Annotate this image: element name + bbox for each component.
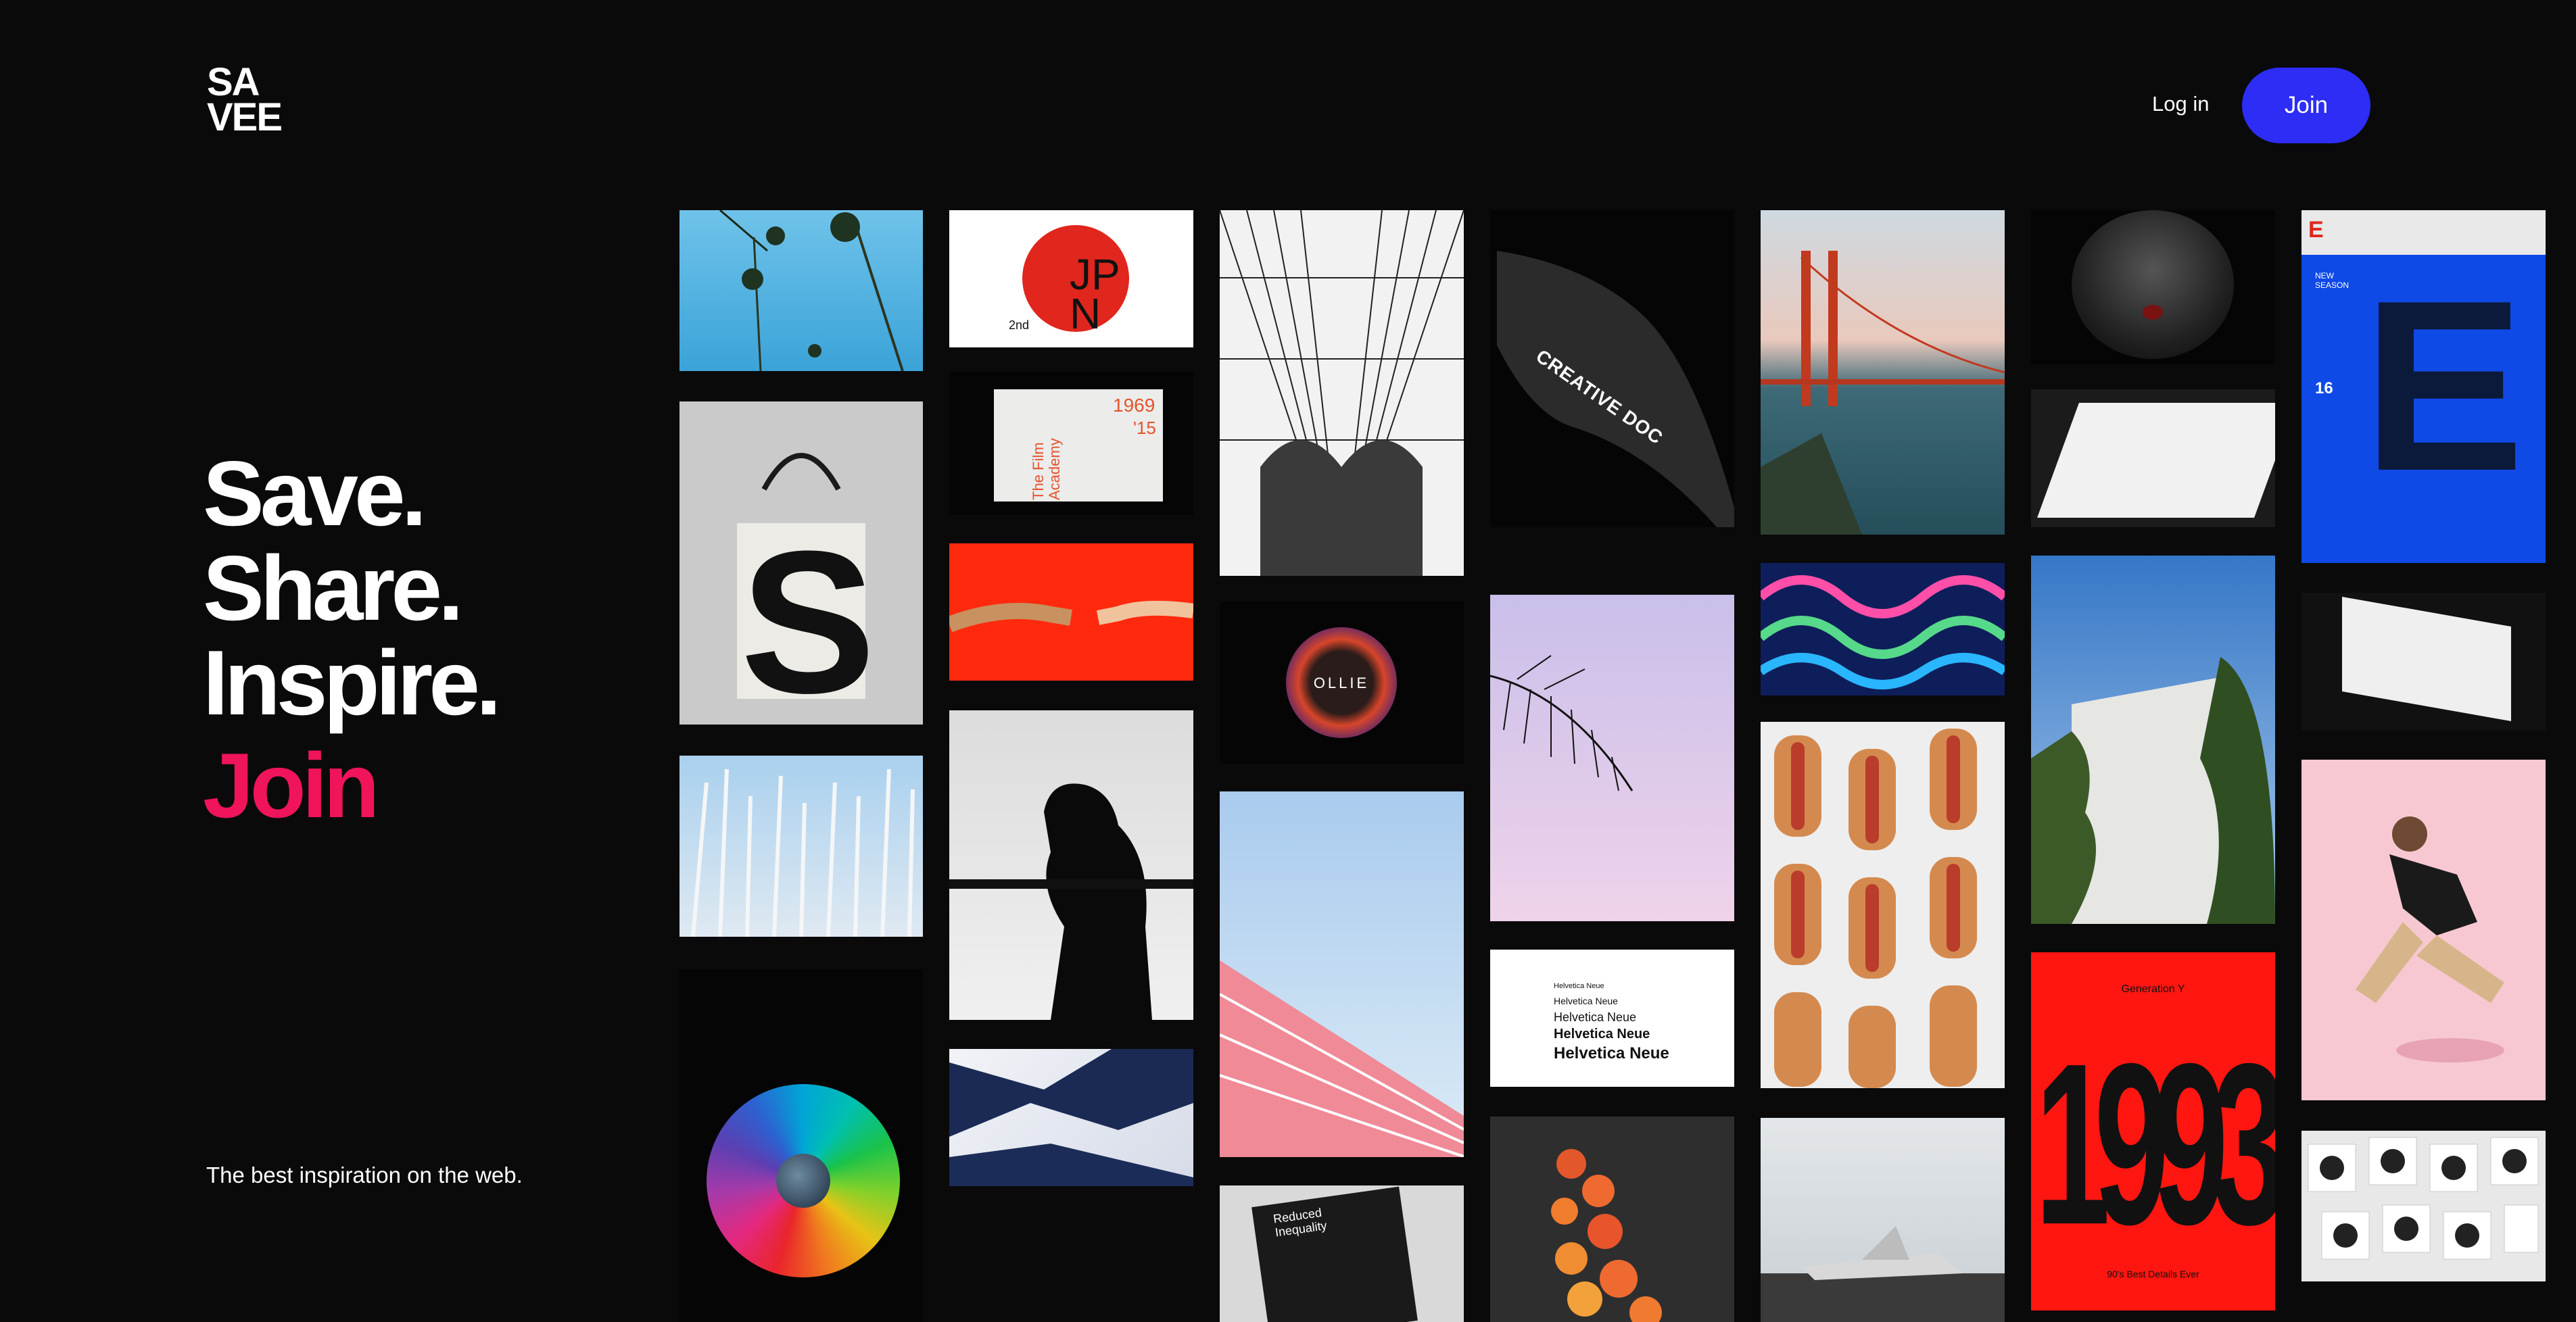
silhouette-band: [949, 879, 1193, 889]
helvetica-line-1: Helvetica Neue: [1554, 982, 1604, 990]
join-button[interactable]: Join: [2242, 68, 2370, 143]
lamp-posts-drawing: [691, 768, 915, 937]
film-year-text: 1969: [1113, 395, 1155, 416]
hero-line-save: Save.: [203, 442, 427, 545]
hero-heading: Save. Share. Inspire. Join: [203, 442, 502, 833]
pink-building-drawing: [1220, 960, 1464, 1157]
image-ollie-badge[interactable]: OLLIE: [1220, 602, 1464, 764]
silhouette-figure: [1044, 783, 1152, 1020]
tote-bag-drawing: S: [737, 453, 876, 725]
e-mag-header: [2301, 210, 2546, 255]
image-adidas-magazine[interactable]: [2301, 593, 2546, 731]
image-hot-dogs[interactable]: [1761, 722, 2005, 1088]
helvetica-line-3: Helvetica Neue: [1554, 1010, 1637, 1024]
image-palm-leaf[interactable]: [1490, 595, 1734, 921]
image-color-wheel[interactable]: [679, 969, 923, 1322]
image-open-magazine[interactable]: [2031, 389, 2275, 527]
letter-cards-drawing: [2308, 1137, 2539, 1260]
image-plane-wreck[interactable]: [1761, 1118, 2005, 1322]
image-bridge-cables[interactable]: [1220, 210, 1464, 576]
film-academy-text: The Film Academy: [1030, 438, 1063, 500]
jumping-man-drawing: [2356, 816, 2504, 1062]
image-helvetica-specimen[interactable]: Helvetica Neue Helvetica Neue Helvetica …: [1490, 950, 1734, 1087]
image-tote-bag[interactable]: S: [679, 401, 923, 725]
hero-line-share: Share.: [203, 537, 464, 639]
magazine-page: [2037, 403, 2275, 518]
image-ivy-building[interactable]: [2031, 556, 2275, 924]
palm-leaf-drawing: [1490, 655, 1633, 791]
poster-1993-text: 1993: [2035, 1017, 2275, 1273]
jpn-2nd-text: 2nd: [1009, 318, 1030, 332]
image-lamp-posts[interactable]: [679, 756, 923, 937]
helvetica-line-5: Helvetica Neue: [1554, 1044, 1669, 1062]
e-mag-number: 16: [2315, 379, 2333, 397]
e-mag-small-letter: E: [2308, 217, 2324, 243]
image-1993-poster[interactable]: Generation Y 1993 90's Best Details Ever: [2031, 952, 2275, 1311]
grapefruit-drawing: [1551, 1149, 1662, 1322]
jpn-text: JP N: [1070, 250, 1120, 338]
image-abstract-blue[interactable]: [949, 1049, 1193, 1186]
abstract-blue-drawing: [949, 1049, 1193, 1186]
red-hands-drawing: [949, 600, 1193, 633]
image-golden-gate[interactable]: [1761, 210, 2005, 535]
image-psychedelic-pattern[interactable]: [1761, 563, 2005, 695]
e-mag-season: NEW SEASON: [2315, 271, 2350, 290]
image-letter-cards[interactable]: [2301, 1131, 2546, 1281]
image-red-hands[interactable]: [949, 543, 1193, 681]
image-grapefruit[interactable]: [1490, 1117, 1734, 1322]
tagline: The best inspiration on the web.: [206, 1162, 523, 1188]
plane-wreck-drawing: [1761, 1226, 2005, 1322]
helvetica-line-2: Helvetica Neue: [1554, 996, 1618, 1006]
savee-logo[interactable]: SA VEE: [207, 63, 283, 139]
image-e-magazine[interactable]: E NEW SEASON E 16: [2301, 210, 2546, 563]
image-jpn-poster[interactable]: JP N 2nd: [949, 210, 1193, 347]
face-mouth: [2143, 305, 2163, 320]
image-palm-trees[interactable]: [679, 210, 923, 371]
palm-trees-drawing: [719, 210, 904, 371]
image-silhouette[interactable]: [949, 710, 1193, 1020]
flag-drawing: [1497, 251, 1734, 527]
image-film-academy-book[interactable]: 1969 '15 The Film Academy: [949, 372, 1193, 515]
poster-bottom-text: 90's Best Details Ever: [2107, 1269, 2199, 1279]
image-creative-doc-flag[interactable]: CREATIVE DOC: [1490, 210, 1734, 527]
ivy-building-drawing: [2031, 657, 2275, 924]
film-year2-text: '15: [1133, 418, 1156, 438]
logo-line2: VEE: [207, 95, 283, 139]
login-link[interactable]: Log in: [2152, 92, 2209, 116]
helvetica-line-4: Helvetica Neue: [1554, 1027, 1650, 1042]
image-jumping-man[interactable]: [2301, 760, 2546, 1100]
image-booklet[interactable]: Reduced Inequality: [1220, 1185, 1464, 1322]
tote-s-letter: S: [740, 508, 876, 725]
image-face-portrait[interactable]: [2031, 210, 2275, 364]
psychedelic-drawing: [1761, 575, 2005, 689]
image-pink-building[interactable]: [1220, 791, 1464, 1157]
bridge-cables-drawing: [1220, 210, 1464, 576]
hero-line-inspire: Inspire.: [203, 631, 502, 734]
ollie-text: OLLIE: [1313, 675, 1370, 691]
hero-join-link[interactable]: Join: [203, 738, 498, 833]
face-shape: [2072, 210, 2234, 359]
e-mag-big-letter: E: [2362, 250, 2525, 522]
golden-gate-drawing: [1761, 251, 2005, 535]
poster-top-text: Generation Y: [2121, 983, 2185, 995]
hot-dogs-drawing: [1774, 729, 1977, 1088]
color-wheel-globe: [776, 1154, 830, 1208]
